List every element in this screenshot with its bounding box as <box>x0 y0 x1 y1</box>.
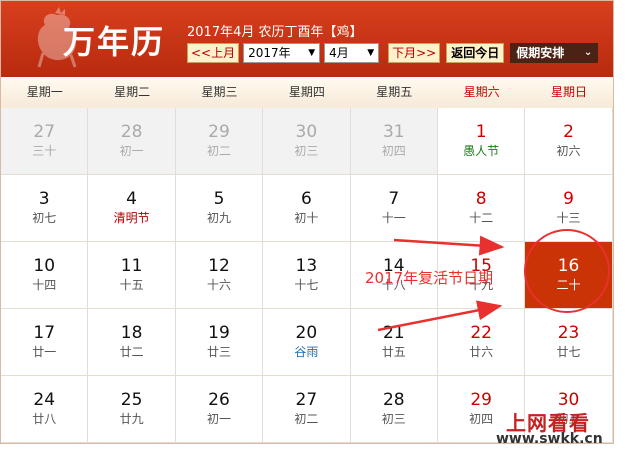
arrow-lower <box>377 300 503 332</box>
annotation-text: 2017年复活节日期 <box>365 269 494 287</box>
arrow-upper <box>393 235 505 256</box>
annotation-overlay <box>377 229 610 332</box>
bottom-strip <box>0 444 625 452</box>
highlight-circle <box>524 229 610 313</box>
